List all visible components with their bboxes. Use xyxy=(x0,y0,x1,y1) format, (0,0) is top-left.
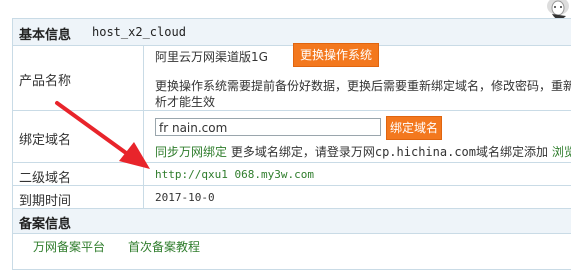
record-info-title: 备案信息 xyxy=(19,217,72,232)
record-platform-link[interactable]: 万网备案平台 xyxy=(33,238,105,255)
sync-wanwang-link[interactable]: 同步万网绑定 xyxy=(155,145,227,159)
product-label: 产品名称 xyxy=(19,74,72,89)
change-os-warning-cont: 析才能生效 xyxy=(155,95,216,109)
basic-info-title: 基本信息 xyxy=(19,28,72,43)
change-os-warning: 更换操作系统需要提前备份好数据，更换后需要重新绑定域名，修改密码，重新 xyxy=(155,79,571,93)
hichina-site: cp.hichina.com xyxy=(374,145,477,159)
subdomain-label: 二级域名 xyxy=(19,171,72,186)
more-bind-text2: 域名绑定添加 xyxy=(476,145,549,159)
change-os-button[interactable]: 更换操作系统 xyxy=(293,43,379,67)
bind-help-line: 同步万网绑定 更多域名绑定，请登录万网cp.hichina.com域名绑定添加 … xyxy=(155,143,571,160)
bind-domain-label: 绑定域名 xyxy=(19,133,72,148)
domain-input[interactable]: fr nain.com xyxy=(155,118,381,136)
top-strip xyxy=(0,0,571,14)
host-name: host_x2_cloud xyxy=(92,25,186,39)
record-info-header xyxy=(13,209,571,234)
expiry-value: 2017-10-0 xyxy=(155,191,215,204)
expiry-row xyxy=(13,186,571,209)
subdomain-url[interactable]: http://qxu1 068.my3w.com xyxy=(155,168,314,181)
browse-link[interactable]: 浏览 xyxy=(552,145,571,159)
product-value: 阿里云万网渠道版1G xyxy=(155,50,268,64)
record-tutorial-link[interactable]: 首次备案教程 xyxy=(128,238,200,255)
expiry-label: 到期时间 xyxy=(19,194,72,209)
bind-domain-button[interactable]: 绑定域名 xyxy=(386,116,442,140)
more-bind-text: 更多域名绑定，请登录万网 xyxy=(230,145,375,159)
